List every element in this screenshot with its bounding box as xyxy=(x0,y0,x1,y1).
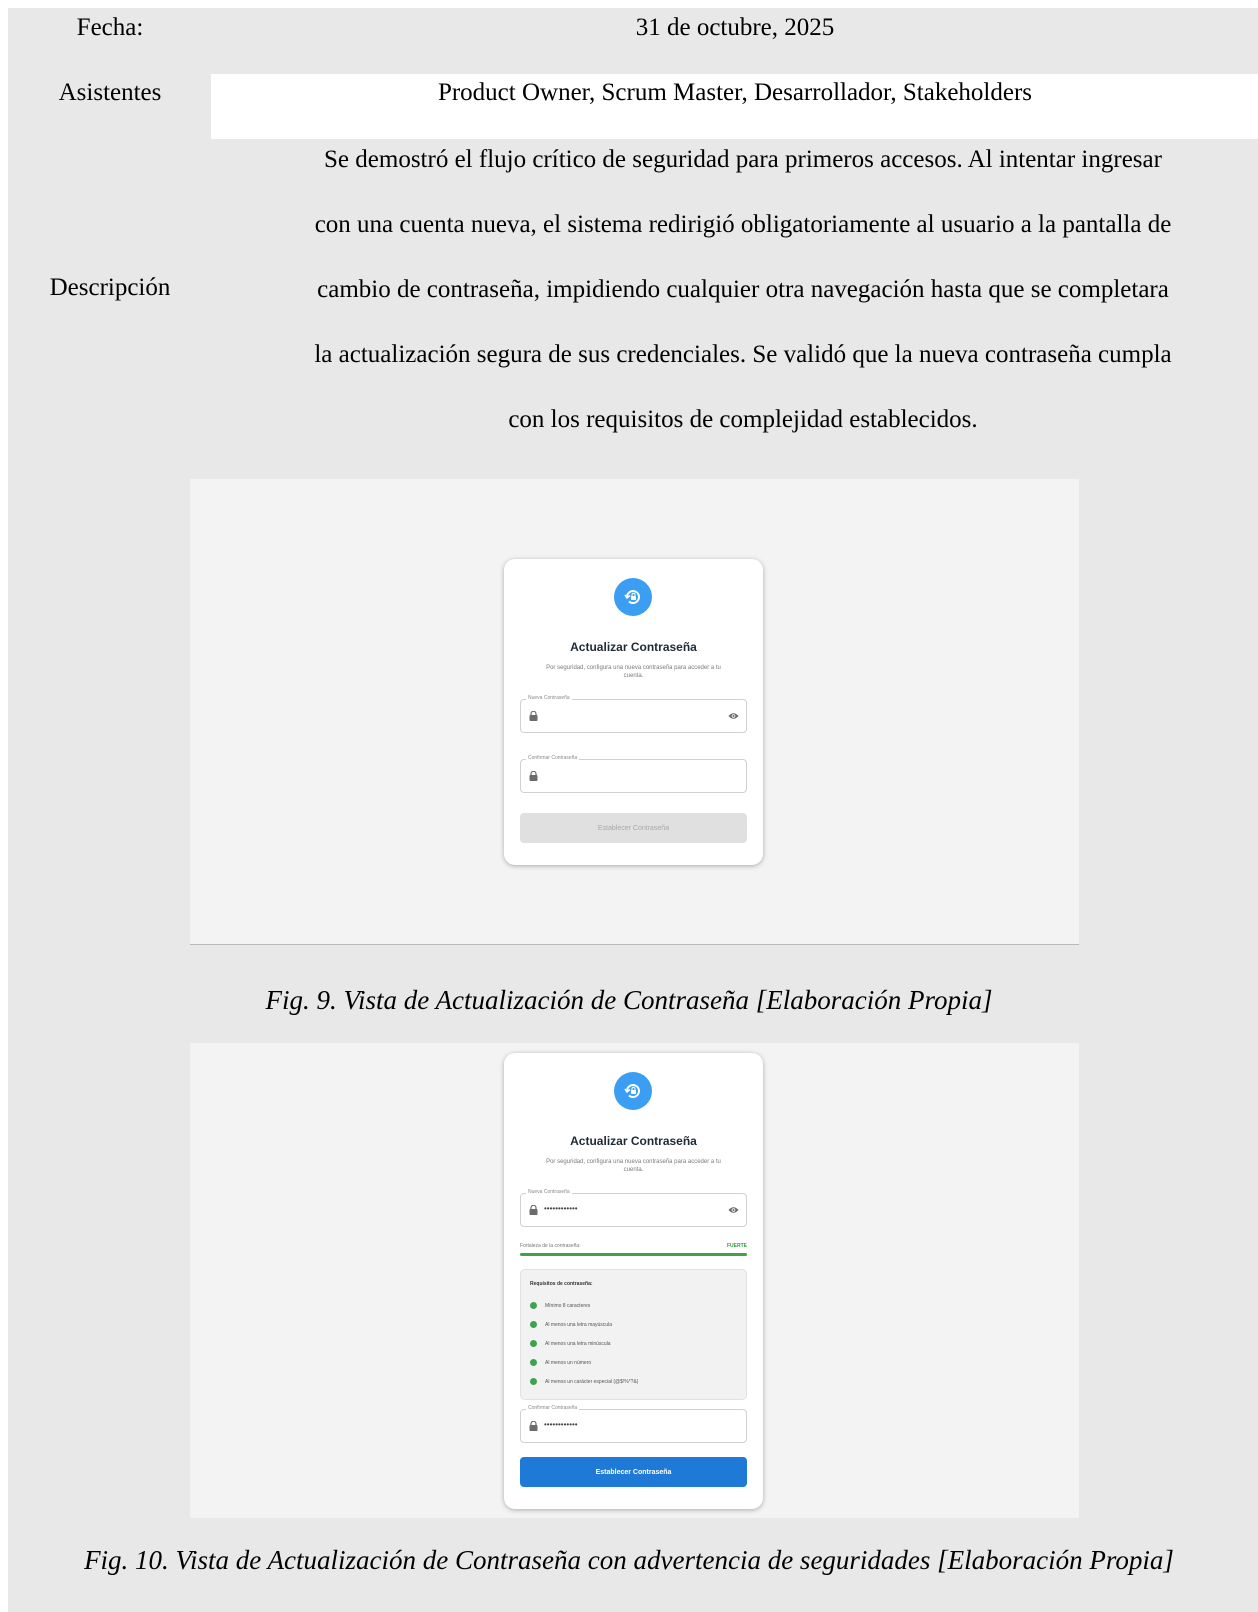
update-password-card: Actualizar Contraseña Por seguridad, con… xyxy=(504,1053,763,1509)
check-circle-icon xyxy=(530,1359,537,1366)
figure-divider xyxy=(190,944,1079,945)
asistentes-label: Asistentes xyxy=(58,79,162,106)
card-title: Actualizar Contraseña xyxy=(570,1134,697,1148)
check-circle-icon xyxy=(530,1321,537,1328)
card-subtitle: Por seguridad, configura una nueva contr… xyxy=(546,665,721,671)
eye-icon[interactable] xyxy=(728,1206,739,1214)
descripcion-line: con los requisitos de complejidad establ… xyxy=(508,406,978,433)
requirement-label: Al menos una letra minúscula xyxy=(545,1340,611,1347)
descripcion-label: Descripción xyxy=(49,274,171,301)
new-password-label: Nueva Contraseña xyxy=(526,1189,572,1195)
requirement-label: Al menos un número xyxy=(545,1359,592,1366)
figure-10-caption: Fig. 10. Vista de Actualización de Contr… xyxy=(84,1545,1174,1575)
lock-icon xyxy=(529,1421,538,1431)
lock-icon xyxy=(529,711,538,721)
requirement-item: Mínimo 8 caracteres xyxy=(530,1302,590,1309)
descripcion-line: cambio de contraseña, impidiendo cualqui… xyxy=(317,276,1169,303)
requirement-item: Al menos una letra mayúscula xyxy=(530,1321,612,1328)
password-strength-value: FUERTE xyxy=(727,1243,747,1249)
password-strength-label: Fortaleza de la contraseña: xyxy=(520,1243,581,1249)
fecha-value: 31 de octubre, 2025 xyxy=(635,14,835,41)
figure-9-caption: Fig. 9. Vista de Actualización de Contra… xyxy=(265,985,993,1015)
confirm-password-label: Confirmar Contraseña xyxy=(526,755,580,761)
lock-icon xyxy=(529,771,538,781)
figure-10-screenshot: Actualizar Contraseña Por seguridad, con… xyxy=(190,1043,1079,1518)
figure-9-screenshot: Actualizar Contraseña Por seguridad, con… xyxy=(190,479,1079,945)
card-subtitle: cuenta. xyxy=(623,673,644,679)
requirement-label: Al menos un carácter especial (@$!%*?&) xyxy=(545,1378,639,1385)
check-circle-icon xyxy=(530,1302,537,1309)
check-circle-icon xyxy=(530,1378,537,1385)
confirm-password-label: Confirmar Contraseña xyxy=(526,1405,580,1411)
password-requirements-box: Requisitos de contraseña: Mínimo 8 carac… xyxy=(520,1269,747,1400)
check-circle-icon xyxy=(530,1340,537,1347)
lock-reset-icon xyxy=(614,578,652,616)
confirm-password-field[interactable]: Confirmar Contraseña xyxy=(520,755,747,793)
new-password-value: •••••••••••• xyxy=(544,1204,578,1213)
card-title: Actualizar Contraseña xyxy=(570,640,697,654)
asistentes-value: Product Owner, Scrum Master, Desarrollad… xyxy=(437,79,1033,106)
descripcion-line: la actualización segura de sus credencia… xyxy=(314,341,1172,368)
card-subtitle: cuenta. xyxy=(623,1167,644,1173)
set-password-button[interactable]: Establecer Contraseña xyxy=(520,1457,747,1487)
descripcion-line: Se demostró el flujo crítico de segurida… xyxy=(324,146,1162,173)
new-password-field[interactable]: Nueva Contraseña xyxy=(520,695,747,733)
confirm-password-field[interactable]: Confirmar Contraseña •••••••••••• xyxy=(520,1405,747,1443)
update-password-card: Actualizar Contraseña Por seguridad, con… xyxy=(504,559,763,865)
requirement-label: Mínimo 8 caracteres xyxy=(545,1302,591,1309)
confirm-password-value: •••••••••••• xyxy=(544,1420,578,1429)
password-strength-row: Fortaleza de la contraseña: FUERTE xyxy=(520,1243,747,1251)
eye-icon[interactable] xyxy=(728,712,739,720)
requirement-item: Al menos un número xyxy=(530,1359,591,1366)
requirement-label: Al menos una letra mayúscula xyxy=(545,1321,612,1328)
fecha-label: Fecha: xyxy=(76,14,144,41)
requirement-item: Al menos un carácter especial (@$!%*?&) xyxy=(530,1378,638,1385)
set-password-button[interactable]: Establecer Contraseña xyxy=(520,813,747,843)
card-subtitle: Por seguridad, configura una nueva contr… xyxy=(546,1159,721,1165)
requirements-title: Requisitos de contraseña: xyxy=(530,1281,593,1287)
new-password-field[interactable]: Nueva Contraseña •••••••••••• xyxy=(520,1189,747,1227)
descripcion-line: con una cuenta nueva, el sistema redirig… xyxy=(314,211,1172,238)
lock-icon xyxy=(529,1205,538,1215)
requirement-item: Al menos una letra minúscula xyxy=(530,1340,611,1347)
password-strength-bar xyxy=(520,1253,747,1256)
lock-reset-icon xyxy=(614,1072,652,1110)
new-password-label: Nueva Contraseña xyxy=(526,695,572,701)
